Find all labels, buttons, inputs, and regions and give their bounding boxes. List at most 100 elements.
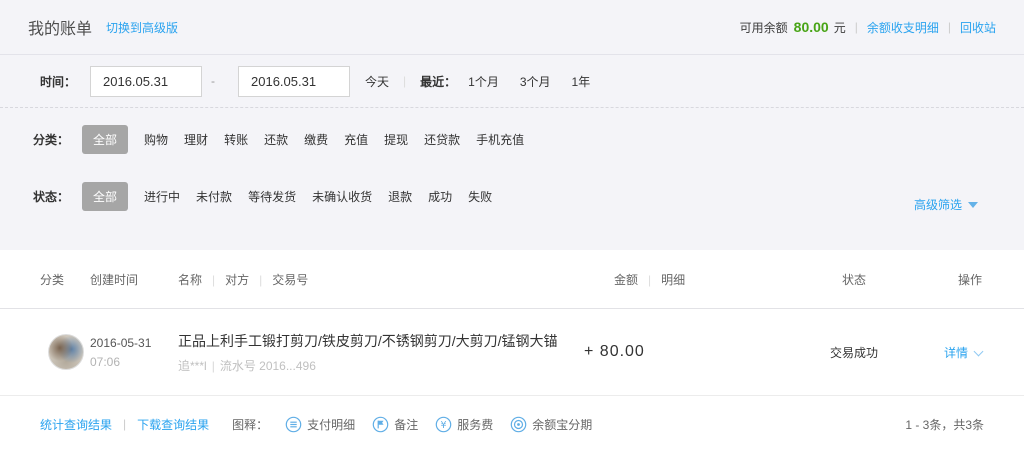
category-topup[interactable]: 充值 bbox=[344, 131, 368, 148]
header-name-group: 名称 | 对方 | 交易号 bbox=[178, 271, 576, 288]
status-refund[interactable]: 退款 bbox=[388, 188, 412, 205]
header-status: 状态 bbox=[800, 271, 908, 288]
recent-label: 最近： bbox=[420, 73, 456, 90]
detail-link[interactable]: 详情 bbox=[944, 346, 968, 360]
balance-unit: 元 bbox=[834, 19, 846, 36]
row-date-cell: 2016-05-31 07:06 bbox=[90, 336, 178, 369]
category-repayment[interactable]: 还款 bbox=[264, 131, 288, 148]
category-label: 分类： bbox=[33, 131, 69, 148]
separator: | bbox=[123, 417, 126, 431]
payment-detail-icon bbox=[285, 416, 302, 433]
recycle-bin-link[interactable]: 回收站 bbox=[960, 19, 996, 36]
header-name: 名称 bbox=[178, 273, 202, 287]
status-in-progress[interactable]: 进行中 bbox=[144, 188, 180, 205]
status-success[interactable]: 成功 bbox=[428, 188, 452, 205]
category-transfer[interactable]: 转账 bbox=[224, 131, 248, 148]
category-mobile-topup[interactable]: 手机充值 bbox=[476, 131, 524, 148]
row-subinfo: 追***l | 流水号 2016...496 bbox=[178, 357, 576, 374]
legend-label: 图释： bbox=[232, 416, 268, 433]
filter-panel: 我的账单 切换到高级版 可用余额 80.00 元 | 余额收支明细 | 回收站 … bbox=[0, 0, 1024, 250]
page-header: 我的账单 切换到高级版 可用余额 80.00 元 | 余额收支明细 | 回收站 bbox=[0, 0, 1024, 55]
status-awaiting-shipment[interactable]: 等待发货 bbox=[248, 188, 296, 205]
download-result-link[interactable]: 下载查询结果 bbox=[137, 416, 209, 433]
stats-result-link[interactable]: 统计查询结果 bbox=[40, 416, 112, 433]
header-txn-no: 交易号 bbox=[272, 273, 308, 287]
date-from-input[interactable] bbox=[90, 66, 202, 97]
balance-detail-link[interactable]: 余额收支明细 bbox=[867, 19, 939, 36]
header-detail: 明细 bbox=[661, 273, 685, 287]
header-action: 操作 bbox=[908, 271, 984, 288]
status-unconfirmed-receipt[interactable]: 未确认收货 bbox=[312, 188, 372, 205]
my-bill-page: 我的账单 切换到高级版 可用余额 80.00 元 | 余额收支明细 | 回收站 … bbox=[0, 0, 1024, 452]
category-filter-row: 分类： 全部 购物 理财 转账 还款 缴费 充值 提现 还贷款 手机充值 bbox=[0, 108, 1024, 170]
row-amount: + 80.00 bbox=[576, 343, 800, 361]
row-serial: 流水号 2016...496 bbox=[220, 359, 316, 373]
separator: | bbox=[855, 20, 858, 34]
header-amount-group: 金额 | 明细 bbox=[576, 271, 800, 288]
status-failed[interactable]: 失败 bbox=[468, 188, 492, 205]
date-range-separator: - bbox=[211, 74, 215, 88]
table-footer: 统计查询结果 | 下载查询结果 图释： 支付明细 bbox=[0, 396, 1024, 452]
pagination-info: 1 - 3条，共3条 bbox=[905, 416, 984, 433]
status-all-chip-selected[interactable]: 全部 bbox=[82, 182, 128, 211]
separator: | bbox=[948, 20, 951, 34]
time-label: 时间： bbox=[40, 73, 76, 90]
category-bills[interactable]: 缴费 bbox=[304, 131, 328, 148]
category-withdraw[interactable]: 提现 bbox=[384, 131, 408, 148]
row-product-name[interactable]: 正品上利手工锻打剪刀/铁皮剪刀/不锈钢剪刀/大剪刀/锰钢大锚 bbox=[178, 331, 576, 351]
legend-item: 支付明细 bbox=[285, 416, 355, 433]
switch-to-advanced-link[interactable]: 切换到高级版 bbox=[106, 19, 178, 36]
legend: 支付明细 备注 ¥ 服务费 bbox=[268, 416, 592, 433]
status-filter-row: 状态： 全部 进行中 未付款 等待发货 未确认收货 退款 成功 失败 bbox=[0, 170, 1024, 222]
separator: | bbox=[212, 359, 215, 373]
status-label: 状态： bbox=[33, 188, 69, 205]
today-link[interactable]: 今天 bbox=[365, 73, 389, 90]
balance-value: 80.00 bbox=[794, 19, 829, 35]
row-status: 交易成功 bbox=[800, 344, 908, 361]
legend-item: ¥ 服务费 bbox=[435, 416, 493, 433]
range-1month-link[interactable]: 1个月 bbox=[468, 73, 499, 90]
yuebao-installment-icon bbox=[510, 416, 527, 433]
separator: | bbox=[212, 273, 215, 287]
legend-item: 余额宝分期 bbox=[510, 416, 592, 433]
chevron-down-icon bbox=[974, 346, 984, 356]
row-name-cell: 正品上利手工锻打剪刀/铁皮剪刀/不锈钢剪刀/大剪刀/锰钢大锚 追***l | 流水号… bbox=[178, 331, 576, 374]
category-loan-repay[interactable]: 还贷款 bbox=[424, 131, 460, 148]
note-flag-icon bbox=[372, 416, 389, 433]
row-date: 2016-05-31 bbox=[90, 336, 178, 350]
header-counterparty: 对方 bbox=[225, 273, 249, 287]
category-all-chip-selected[interactable]: 全部 bbox=[82, 125, 128, 154]
legend-item-label: 备注 bbox=[394, 416, 418, 433]
service-fee-icon: ¥ bbox=[435, 416, 452, 433]
header-created: 创建时间 bbox=[90, 271, 178, 288]
category-finance[interactable]: 理财 bbox=[184, 131, 208, 148]
legend-item-label: 支付明细 bbox=[307, 416, 355, 433]
range-1year-link[interactable]: 1年 bbox=[572, 73, 591, 90]
legend-item: 备注 bbox=[372, 416, 418, 433]
separator: | bbox=[259, 273, 262, 287]
balance-area: 可用余额 80.00 元 | 余额收支明细 | 回收站 bbox=[740, 19, 996, 36]
legend-item-label: 余额宝分期 bbox=[532, 416, 592, 433]
chevron-down-icon bbox=[968, 202, 978, 208]
transactions-table: 分类 创建时间 名称 | 对方 | 交易号 金额 | 明细 状态 操作 2016-05-31… bbox=[0, 250, 1024, 452]
svg-text:¥: ¥ bbox=[441, 420, 447, 431]
balance-label: 可用余额 bbox=[740, 19, 788, 36]
status-unpaid[interactable]: 未付款 bbox=[196, 188, 232, 205]
category-shopping[interactable]: 购物 bbox=[144, 131, 168, 148]
product-avatar[interactable] bbox=[48, 334, 84, 370]
row-counterparty: 追***l bbox=[178, 359, 207, 373]
row-time: 07:06 bbox=[90, 355, 178, 369]
range-3months-link[interactable]: 3个月 bbox=[520, 73, 551, 90]
advanced-filter-label: 高级筛选 bbox=[914, 196, 962, 213]
time-filter-row: 时间： - 今天 | 最近： 1个月 3个月 1年 bbox=[0, 55, 1024, 108]
row-action-cell: 详情 bbox=[908, 344, 984, 361]
advanced-filter-link[interactable]: 高级筛选 bbox=[914, 196, 978, 213]
separator: | bbox=[648, 273, 651, 287]
table-header: 分类 创建时间 名称 | 对方 | 交易号 金额 | 明细 状态 操作 bbox=[0, 250, 1024, 309]
row-category-cell bbox=[40, 334, 90, 370]
page-title: 我的账单 bbox=[28, 15, 92, 39]
separator: | bbox=[403, 74, 406, 88]
header-category: 分类 bbox=[40, 271, 90, 288]
date-to-input[interactable] bbox=[238, 66, 350, 97]
header-amount: 金额 bbox=[614, 273, 638, 287]
